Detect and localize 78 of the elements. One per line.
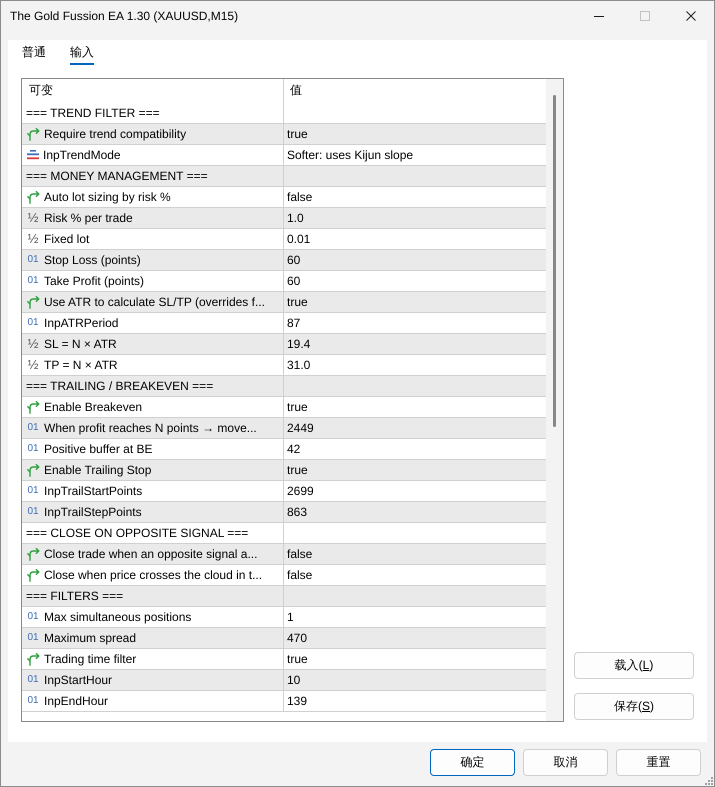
type-glyph: 01 [26,421,40,435]
type-glyph: 01 [26,505,40,519]
type-glyph: ½ [26,211,40,225]
list-lines-icon [27,150,39,160]
parameter-value[interactable]: 2449 [284,418,546,439]
resize-grip-icon[interactable] [705,777,713,785]
type-glyph: 01 [26,253,40,267]
branch-arrow-icon [27,190,40,204]
tab[interactable]: 普通 [22,40,46,65]
branch-arrow-icon [27,400,40,414]
parameter-name: Enable Trailing Stop [44,462,152,479]
parameter-name: InpTrailStepPoints [44,504,142,521]
parameter-name: InpStartHour [44,672,112,689]
save-button[interactable]: 保存(S) [574,693,694,720]
section-header: === TRAILING / BREAKEVEN === [22,376,284,397]
parameter-name: Maximum spread [44,630,136,647]
type-glyph: 01 [26,631,40,645]
branch-arrow-icon [27,568,40,582]
section-header: === FILTERS === [22,586,284,607]
branch-arrow-icon [27,652,40,666]
column-header[interactable]: 值 [284,79,546,103]
parameter-name: InpTrendMode [43,147,121,164]
type-glyph: ½ [26,232,40,246]
type-glyph: 01 [26,316,40,330]
tab[interactable]: 输入 [70,40,94,65]
parameter-name: Positive buffer at BE [44,441,153,458]
type-glyph: 01 [26,484,40,498]
parameter-value[interactable]: 1.0 [284,208,546,229]
parameter-name: Auto lot sizing by risk % [44,189,171,206]
parameter-name: When profit reaches N points → move... [44,420,257,437]
type-glyph: ½ [26,358,40,372]
type-glyph: 01 [26,610,40,624]
branch-arrow-icon [27,127,40,141]
parameter-value[interactable]: 60 [284,250,546,271]
scrollbar-thumb[interactable] [553,95,556,427]
parameter-name: Close when price crosses the cloud in t... [44,567,262,584]
parameter-value[interactable]: true [284,124,546,145]
type-glyph: 01 [26,442,40,456]
branch-arrow-icon [27,463,40,477]
window-title: The Gold Fussion EA 1.30 (XAUUSD,M15) [9,8,238,24]
parameter-name: InpTrailStartPoints [44,483,142,500]
type-glyph: ½ [26,337,40,351]
section-header: === CLOSE ON OPPOSITE SIGNAL === [22,523,284,544]
parameter-name: InpATRPeriod [44,315,118,332]
reset-button[interactable]: 重置 [616,749,701,776]
type-glyph: 01 [26,274,40,288]
parameter-name: Close trade when an opposite signal a... [44,546,258,563]
type-glyph: 01 [26,673,40,687]
parameter-name: Risk % per trade [44,210,133,227]
section-header: === TREND FILTER === [22,103,284,124]
parameter-name: Require trend compatibility [44,126,186,143]
parameter-name: Stop Loss (points) [44,252,141,269]
parameter-name: Use ATR to calculate SL/TP (overrides f... [44,294,265,311]
parameter-name: Trading time filter [44,651,136,668]
parameter-value[interactable]: 863 [284,502,546,523]
parameter-name: Max simultaneous positions [44,609,192,626]
parameter-name: TP = N × ATR [44,357,118,374]
type-glyph: 01 [26,694,40,708]
parameter-value[interactable]: false [284,544,546,565]
branch-arrow-icon [27,547,40,561]
cancel-button[interactable]: 取消 [523,749,608,776]
parameter-name: SL = N × ATR [44,336,117,353]
maximize-icon [640,11,650,21]
section-header: === MONEY MANAGEMENT === [22,166,284,187]
parameter-name: Take Profit (points) [44,273,144,290]
parameter-value[interactable]: 470 [284,628,546,649]
ok-button[interactable]: 确定 [430,749,515,776]
parameter-name: InpEndHour [44,693,108,710]
parameter-value[interactable]: true [284,292,546,313]
parameter-value[interactable]: true [284,460,546,481]
parameter-value[interactable]: 10 [284,670,546,691]
scrollbar[interactable] [546,79,563,721]
branch-arrow-icon [27,295,40,309]
close-icon [686,11,696,21]
parameter-value[interactable]: 19.4 [284,334,546,355]
load-button[interactable]: 载入(L) [574,652,694,679]
parameter-name: Enable Breakeven [44,399,142,416]
parameter-name: Fixed lot [44,231,90,248]
